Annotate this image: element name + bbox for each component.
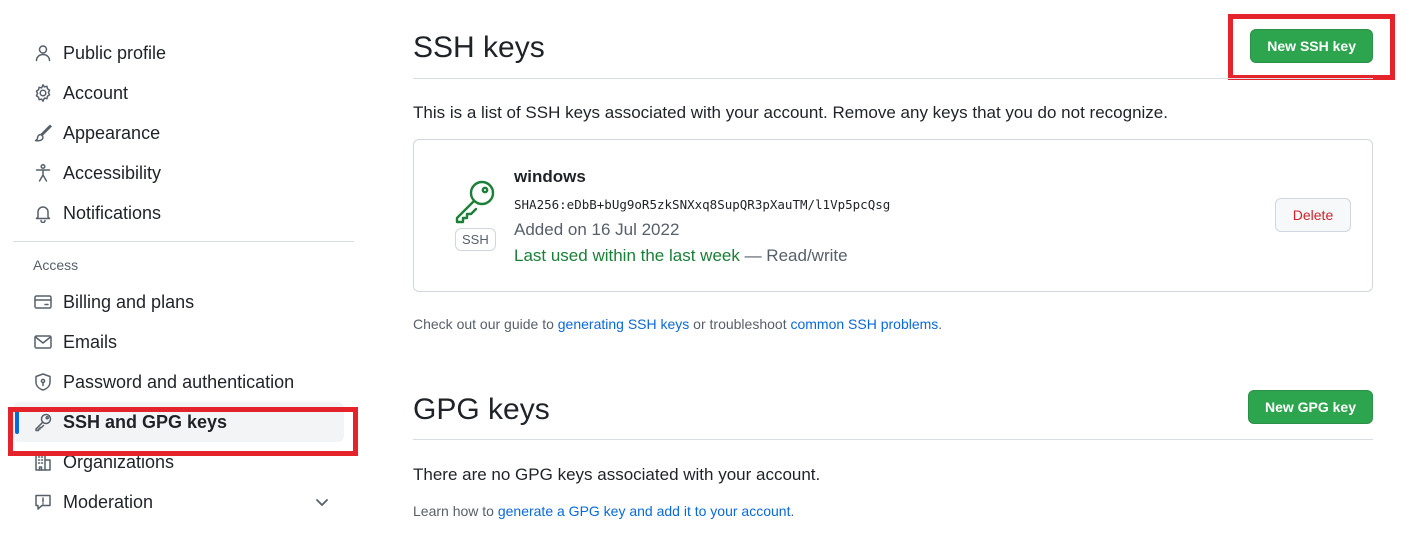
key-fingerprint: SHA256:eDbB+bUg9oR5zkSNXxq8SupQR3pXauTM/…	[514, 197, 891, 212]
ssh-key-item: SSH windows SHA256:eDbB+bUg9oR5zkSNXxq8S…	[413, 139, 1373, 292]
key-icon	[33, 412, 53, 432]
common-ssh-problems-link[interactable]: common SSH problems	[790, 316, 938, 332]
new-ssh-key-button[interactable]: New SSH key	[1250, 29, 1373, 63]
gpg-learn-text: Learn how to generate a GPG key and add …	[413, 503, 794, 519]
sidebar-divider	[13, 241, 354, 242]
person-icon	[33, 43, 53, 63]
sidebar-item-billing[interactable]: Billing and plans	[13, 282, 354, 322]
sidebar-item-emails[interactable]: Emails	[13, 322, 354, 362]
sidebar-item-moderation[interactable]: Moderation	[13, 482, 354, 522]
sidebar-item-account[interactable]: Account	[13, 73, 354, 113]
ssh-section-header: SSH keys New SSH key	[413, 0, 1373, 79]
sidebar-item-label: Account	[63, 82, 129, 103]
shield-lock-icon	[33, 372, 53, 392]
sidebar-item-appearance[interactable]: Appearance	[13, 113, 354, 153]
ssh-badge: SSH	[455, 228, 496, 251]
ssh-guide-text: Check out our guide to generating SSH ke…	[413, 316, 942, 332]
key-icon	[452, 178, 498, 224]
gpg-empty-text: There are no GPG keys associated with yo…	[413, 465, 821, 484]
guide-suffix: .	[938, 316, 943, 332]
sidebar-item-accessibility[interactable]: Accessibility	[13, 153, 354, 193]
credit-card-icon	[33, 292, 53, 312]
key-last-used-status: Last used within the last week	[514, 246, 740, 265]
sidebar-item-label: Appearance	[63, 122, 161, 143]
sidebar-item-label: Password and authentication	[63, 371, 295, 392]
sidebar-item-organizations[interactable]: Organizations	[13, 442, 354, 482]
key-access: — Read/write	[739, 246, 848, 265]
generating-ssh-keys-link[interactable]: generating SSH keys	[558, 316, 690, 332]
guide-middle: or troubleshoot	[689, 316, 791, 332]
gpg-section-header: GPG keys New GPG key	[413, 361, 1373, 440]
report-icon	[33, 492, 53, 512]
sidebar-item-label: Public profile	[63, 42, 167, 63]
generate-gpg-key-link[interactable]: generate a GPG key and add it to your ac…	[498, 503, 791, 519]
learn-suffix: .	[790, 503, 795, 519]
sidebar-item-label: Emails	[63, 331, 118, 352]
ssh-description: This is a list of SSH keys associated wi…	[413, 103, 1168, 122]
active-indicator	[15, 410, 19, 434]
bell-icon	[33, 203, 53, 223]
sidebar-item-label: Billing and plans	[63, 291, 195, 312]
key-added-date: Added on 16 Jul 2022	[514, 220, 680, 239]
chevron-down-icon[interactable]	[314, 494, 330, 510]
accessibility-icon	[33, 163, 53, 183]
sidebar-item-public-profile[interactable]: Public profile	[13, 33, 354, 73]
delete-key-button[interactable]: Delete	[1275, 198, 1351, 232]
organization-icon	[33, 452, 53, 472]
mail-icon	[33, 332, 53, 352]
paintbrush-icon	[33, 123, 53, 143]
guide-prefix: Check out our guide to	[413, 316, 558, 332]
gear-icon	[33, 83, 53, 103]
sidebar-item-label: Moderation	[63, 491, 154, 512]
key-title: windows	[514, 167, 586, 186]
sidebar-item-notifications[interactable]: Notifications	[13, 193, 354, 233]
settings-sidebar: Public profile Account Appearance Access…	[13, 33, 354, 522]
sidebar-item-label: SSH and GPG keys	[63, 411, 228, 432]
new-gpg-key-button[interactable]: New GPG key	[1247, 390, 1373, 424]
gpg-keys-title: GPG keys	[413, 393, 550, 426]
ssh-keys-title: SSH keys	[413, 31, 545, 64]
sidebar-group-label: Access	[33, 257, 79, 273]
key-last-used: Last used within the last week — Read/wr…	[514, 246, 848, 266]
sidebar-item-ssh-gpg-keys[interactable]: SSH and GPG keys	[13, 402, 344, 442]
sidebar-item-label: Accessibility	[63, 162, 162, 183]
sidebar-item-label: Organizations	[63, 451, 175, 472]
sidebar-item-label: Notifications	[63, 202, 162, 223]
learn-prefix: Learn how to	[413, 503, 498, 519]
sidebar-item-password-auth[interactable]: Password and authentication	[13, 362, 354, 402]
